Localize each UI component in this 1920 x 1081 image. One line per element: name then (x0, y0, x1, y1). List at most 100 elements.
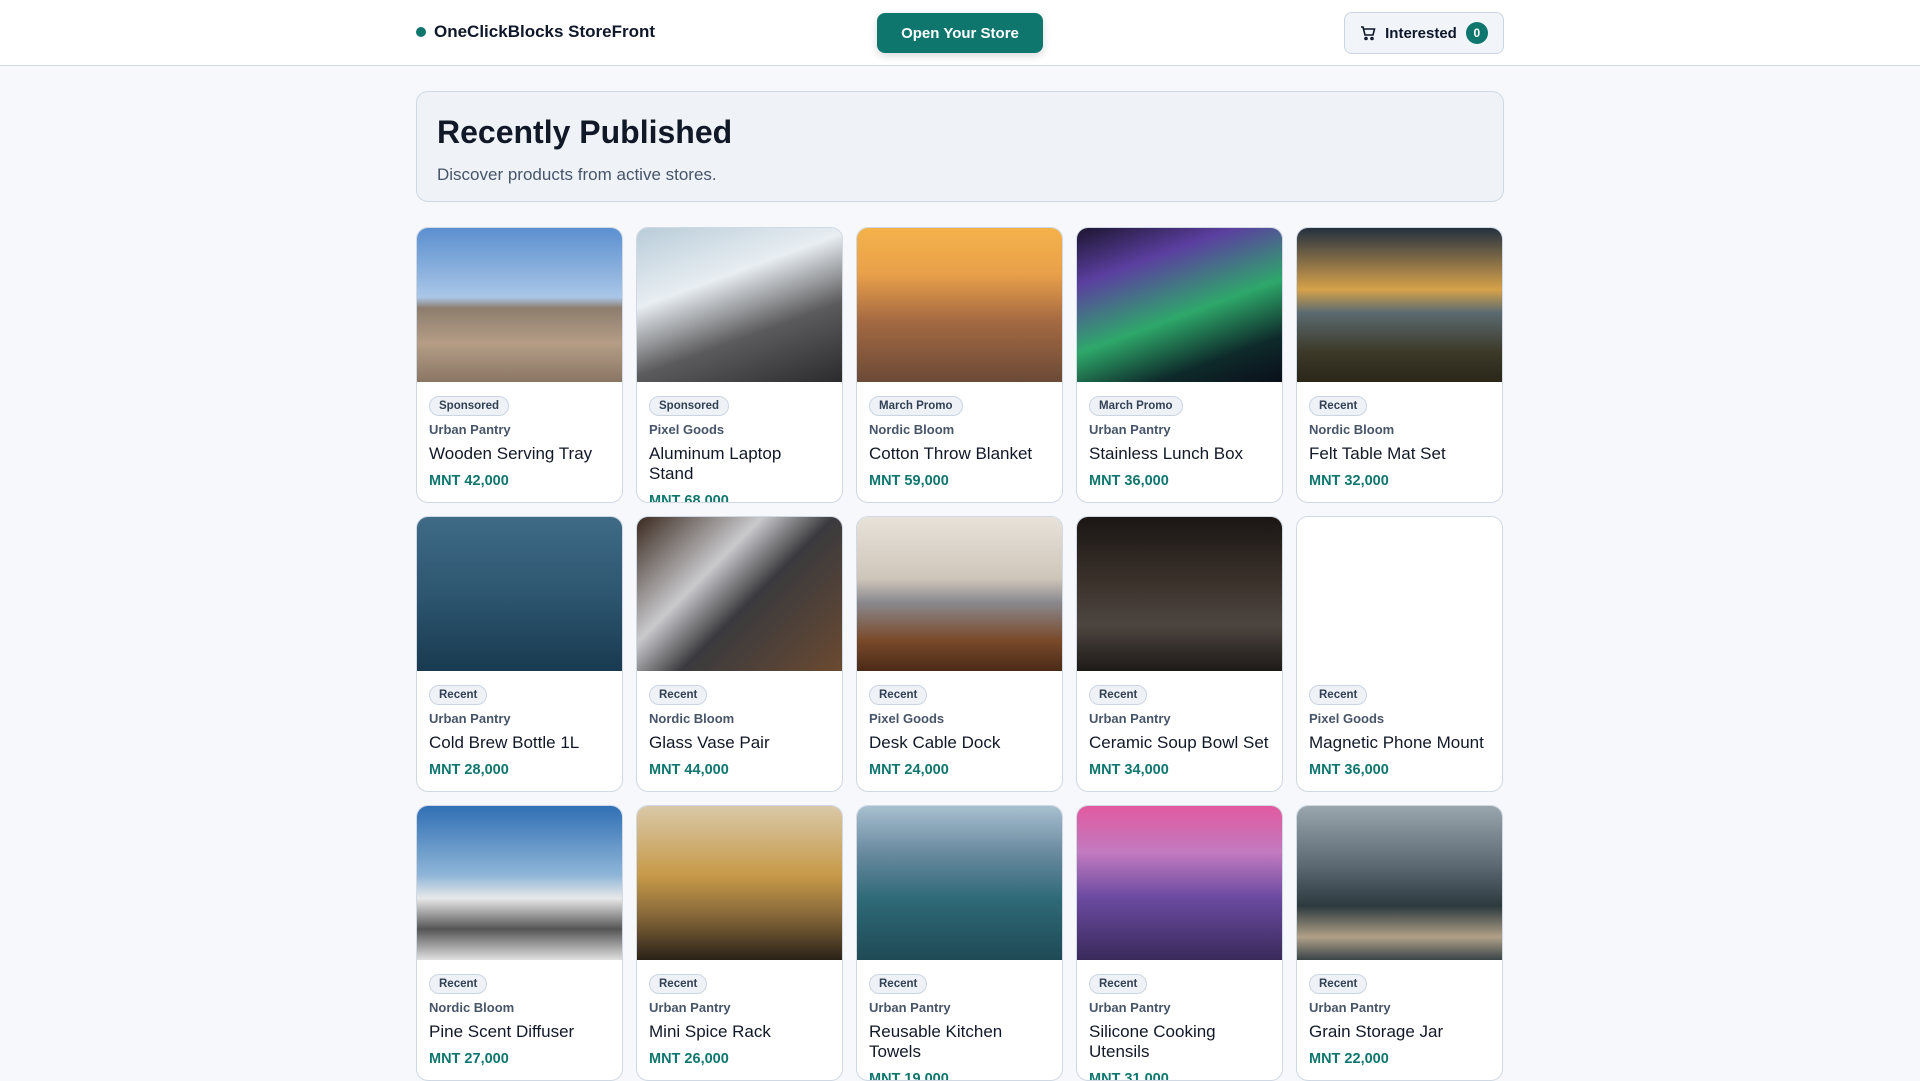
store-name: Pixel Goods (869, 711, 945, 726)
page-subtitle: Discover products from active stores. (437, 165, 717, 184)
product-name[interactable]: Pine Scent Diffuser (429, 1022, 610, 1042)
product-badge: Recent (649, 974, 708, 994)
brand-name: OneClickBlocks StoreFront (434, 22, 656, 41)
product-card[interactable]: March Promo Urban Pantry Stainless Lunch… (1076, 227, 1283, 503)
store-name: Nordic Bloom (649, 711, 735, 726)
product-card[interactable]: Sponsored Pixel Goods Aluminum Laptop St… (636, 227, 843, 503)
product-badge: Sponsored (649, 396, 730, 416)
product-image[interactable] (417, 806, 622, 960)
store-name: Urban Pantry (1089, 422, 1171, 437)
store-name: Urban Pantry (649, 1000, 731, 1015)
store-name: Urban Pantry (869, 1000, 951, 1015)
product-image[interactable] (637, 806, 842, 960)
product-name[interactable]: Cotton Throw Blanket (869, 444, 1050, 464)
product-card[interactable]: Recent Urban Pantry Mini Spice Rack MNT … (636, 805, 843, 1081)
product-price: MNT 68,000 (649, 493, 729, 503)
product-name[interactable]: Mini Spice Rack (649, 1022, 830, 1042)
store-name: Urban Pantry (1089, 711, 1171, 726)
cart-icon (1361, 26, 1376, 41)
product-name[interactable]: Silicone Cooking Utensils (1089, 1022, 1270, 1062)
product-card[interactable]: March Promo Nordic Bloom Cotton Throw Bl… (856, 227, 1063, 503)
product-name[interactable]: Glass Vase Pair (649, 733, 830, 753)
product-card[interactable]: Recent Nordic Bloom Felt Table Mat Set M… (1296, 227, 1503, 503)
product-card[interactable]: Recent Urban Pantry Ceramic Soup Bowl Se… (1076, 516, 1283, 792)
product-name[interactable]: Reusable Kitchen Towels (869, 1022, 1050, 1062)
product-price: MNT 22,000 (1309, 1051, 1389, 1067)
store-name: Urban Pantry (1309, 1000, 1391, 1015)
product-price: MNT 34,000 (1089, 762, 1169, 778)
product-badge: March Promo (869, 396, 963, 416)
product-name[interactable]: Magnetic Phone Mount (1309, 733, 1490, 753)
interested-label: Interested (1385, 24, 1457, 42)
product-price: MNT 27,000 (429, 1051, 509, 1067)
product-image[interactable] (857, 517, 1062, 671)
product-card[interactable]: Recent Urban Pantry Cold Brew Bottle 1L … (416, 516, 623, 792)
store-name: Nordic Bloom (1309, 422, 1395, 437)
product-price: MNT 24,000 (869, 762, 949, 778)
product-badge: Recent (1309, 685, 1368, 705)
brand-dot-icon (416, 27, 426, 37)
store-name: Urban Pantry (429, 711, 511, 726)
interested-count-badge: 0 (1465, 22, 1488, 44)
product-card[interactable]: Recent Nordic Bloom Pine Scent Diffuser … (416, 805, 623, 1081)
product-image[interactable] (1077, 517, 1282, 671)
product-name[interactable]: Aluminum Laptop Stand (649, 444, 830, 484)
product-badge: March Promo (1089, 396, 1183, 416)
product-name[interactable]: Desk Cable Dock (869, 733, 1050, 753)
product-image[interactable] (857, 228, 1062, 382)
product-image[interactable] (637, 517, 842, 671)
product-image[interactable] (417, 228, 622, 382)
store-name: Nordic Bloom (429, 1000, 515, 1015)
product-badge: Recent (1089, 685, 1148, 705)
product-badge: Sponsored (429, 396, 510, 416)
product-image[interactable] (857, 806, 1062, 960)
store-name: Urban Pantry (429, 422, 511, 437)
store-name: Pixel Goods (649, 422, 725, 437)
product-badge: Recent (429, 974, 488, 994)
product-price: MNT 59,000 (869, 473, 949, 489)
product-price: MNT 26,000 (649, 1051, 729, 1067)
product-badge: Recent (869, 974, 928, 994)
product-badge: Recent (1309, 974, 1368, 994)
product-badge: Recent (429, 685, 488, 705)
product-name[interactable]: Stainless Lunch Box (1089, 444, 1270, 464)
product-name[interactable]: Ceramic Soup Bowl Set (1089, 733, 1270, 753)
product-price: MNT 36,000 (1309, 762, 1389, 778)
product-image[interactable] (1297, 517, 1502, 671)
top-nav: OneClickBlocks StoreFront Open Your Stor… (0, 0, 1920, 66)
store-name: Nordic Bloom (869, 422, 955, 437)
product-name[interactable]: Felt Table Mat Set (1309, 444, 1490, 464)
hero-section: Recently Published Discover products fro… (416, 91, 1504, 202)
page-title: Recently Published (437, 114, 733, 150)
product-name[interactable]: Grain Storage Jar (1309, 1022, 1490, 1042)
product-price: MNT 36,000 (1089, 473, 1169, 489)
product-card[interactable]: Recent Pixel Goods Magnetic Phone Mount … (1296, 516, 1503, 792)
product-card[interactable]: Recent Urban Pantry Grain Storage Jar MN… (1296, 805, 1503, 1081)
product-badge: Recent (649, 685, 708, 705)
store-name: Urban Pantry (1089, 1000, 1171, 1015)
product-badge: Recent (1309, 396, 1368, 416)
product-grid: Sponsored Urban Pantry Wooden Serving Tr… (416, 227, 1504, 1081)
product-price: MNT 28,000 (429, 762, 509, 778)
product-name[interactable]: Cold Brew Bottle 1L (429, 733, 610, 753)
product-card[interactable]: Sponsored Urban Pantry Wooden Serving Tr… (416, 227, 623, 503)
product-card[interactable]: Recent Urban Pantry Silicone Cooking Ute… (1076, 805, 1283, 1081)
open-your-store-button[interactable]: Open Your Store (877, 13, 1043, 53)
interested-button[interactable]: Interested 0 (1344, 12, 1504, 54)
brand[interactable]: OneClickBlocks StoreFront (416, 22, 655, 42)
product-image[interactable] (1077, 806, 1282, 960)
product-image[interactable] (1077, 228, 1282, 382)
product-badge: Recent (1089, 974, 1148, 994)
product-price: MNT 32,000 (1309, 473, 1389, 489)
product-image[interactable] (1297, 806, 1502, 960)
product-image[interactable] (1297, 228, 1502, 382)
product-price: MNT 44,000 (649, 762, 729, 778)
product-image[interactable] (637, 228, 842, 382)
product-card[interactable]: Recent Urban Pantry Reusable Kitchen Tow… (856, 805, 1063, 1081)
product-image[interactable] (417, 517, 622, 671)
product-name[interactable]: Wooden Serving Tray (429, 444, 610, 464)
product-card[interactable]: Recent Nordic Bloom Glass Vase Pair MNT … (636, 516, 843, 792)
product-badge: Recent (869, 685, 928, 705)
product-card[interactable]: Recent Pixel Goods Desk Cable Dock MNT 2… (856, 516, 1063, 792)
product-price: MNT 42,000 (429, 473, 509, 489)
